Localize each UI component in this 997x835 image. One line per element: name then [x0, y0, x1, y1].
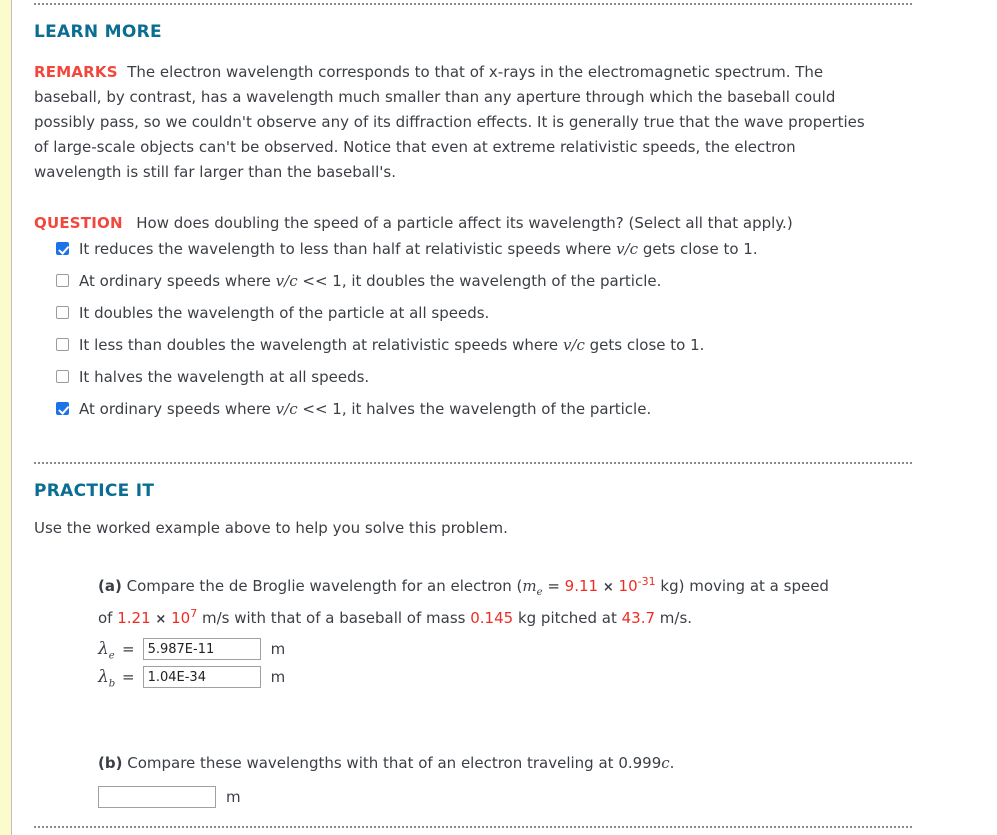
- equals-sign: =: [122, 640, 135, 658]
- practice-intro-text: Use the worked example above to help you…: [34, 519, 508, 537]
- part-a-label: (a): [98, 577, 122, 595]
- math-v-over-c: v/c: [562, 336, 585, 354]
- option-label: At ordinary speeds where v/c << 1, it do…: [79, 272, 662, 290]
- unit-label: m: [226, 788, 241, 806]
- question-prompt-line: QUESTION How does doubling the speed of …: [34, 211, 879, 236]
- option-row[interactable]: It halves the wavelength at all speeds.: [56, 366, 997, 388]
- mass-exponent: -31: [637, 575, 656, 588]
- question-options-list: It reduces the wavelength to less than h…: [56, 238, 997, 420]
- mass-value: 9.11: [564, 577, 599, 595]
- option-label: It halves the wavelength at all speeds.: [79, 368, 370, 386]
- question-prompt-text: How does doubling the speed of a particl…: [136, 214, 793, 232]
- speed-of-light-symbol: c: [661, 754, 670, 772]
- lambda-e-symbol: λe: [98, 639, 115, 662]
- remarks-body-text: The electron wavelength corresponds to t…: [34, 63, 865, 181]
- lambda-e-input[interactable]: [142, 638, 261, 660]
- separator-top: [34, 3, 912, 5]
- lambda-b-symbol: λb: [98, 667, 116, 690]
- equals-sign: =: [122, 668, 135, 686]
- part-b-speed-value: 0.999: [618, 754, 662, 772]
- part-a-statement: (a) Compare the de Broglie wavelength fo…: [98, 575, 829, 598]
- answer-row-lambda-b: λb = m: [98, 666, 898, 690]
- unit-label: m: [270, 668, 286, 686]
- checkbox-icon[interactable]: [56, 338, 69, 351]
- answer-row-lambda-e: λe = m: [98, 638, 898, 662]
- multiplication-icon: ×: [602, 580, 614, 595]
- answer-row-part-b: m: [98, 786, 898, 808]
- remarks-paragraph: REMARKS The electron wavelength correspo…: [34, 60, 879, 185]
- separator-middle: [34, 462, 912, 464]
- option-row[interactable]: At ordinary speeds where v/c << 1, it ha…: [56, 398, 997, 420]
- problem-part-a: (a) Compare the de Broglie wavelength fo…: [98, 571, 898, 808]
- checkbox-icon[interactable]: [56, 402, 69, 415]
- math-v-over-c: v/c: [275, 400, 298, 418]
- option-label: At ordinary speeds where v/c << 1, it ha…: [79, 400, 652, 418]
- mass-base: 10: [618, 577, 638, 595]
- speed-value: 1.21: [117, 609, 151, 627]
- page-content: LEARN MORE REMARKS The electron waveleng…: [12, 0, 997, 835]
- math-v-over-c: v/c: [616, 240, 639, 258]
- option-row[interactable]: At ordinary speeds where v/c << 1, it do…: [56, 270, 997, 292]
- checkbox-icon[interactable]: [56, 274, 69, 287]
- checkbox-icon[interactable]: [56, 242, 69, 255]
- option-label: It reduces the wavelength to less than h…: [79, 240, 758, 258]
- problem-part-b: (b) Compare these wavelengths with that …: [98, 748, 898, 808]
- remarks-label: REMARKS: [34, 63, 118, 81]
- multiplication-icon: ×: [155, 612, 167, 627]
- option-label: It doubles the wavelength of the particl…: [79, 304, 490, 322]
- option-row[interactable]: It less than doubles the wavelength at r…: [56, 334, 997, 356]
- mass-symbol: m: [522, 577, 537, 595]
- lambda-b-input[interactable]: [142, 666, 261, 688]
- unit-label: m: [270, 640, 286, 658]
- part-a-statement-line2: of 1.21 × 107 m/s with that of a basebal…: [98, 607, 693, 627]
- option-row[interactable]: It reduces the wavelength to less than h…: [56, 238, 997, 260]
- separator-bottom: [34, 826, 912, 828]
- baseball-speed-value: 43.7: [621, 609, 656, 627]
- checkbox-icon[interactable]: [56, 306, 69, 319]
- option-row[interactable]: It doubles the wavelength of the particl…: [56, 302, 997, 324]
- left-yellow-gutter: [0, 0, 11, 835]
- learn-more-heading: LEARN MORE: [34, 22, 162, 42]
- part-b-statement: (b) Compare these wavelengths with that …: [98, 754, 675, 772]
- part-b-input[interactable]: [98, 786, 216, 808]
- baseball-mass-value: 0.145: [470, 609, 514, 627]
- question-label: QUESTION: [34, 214, 123, 232]
- speed-base: 10: [171, 609, 191, 627]
- option-label: It less than doubles the wavelength at r…: [79, 336, 705, 354]
- part-b-label: (b): [98, 754, 123, 772]
- checkbox-icon[interactable]: [56, 370, 69, 383]
- math-v-over-c: v/c: [275, 272, 298, 290]
- practice-it-heading: PRACTICE IT: [34, 481, 155, 501]
